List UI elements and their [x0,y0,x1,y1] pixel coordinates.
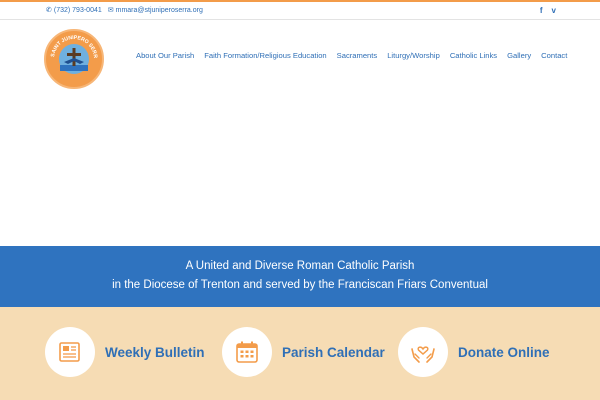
social-links: f v [540,6,556,15]
top-contact-bar: ✆ (732) 793-0041 ✉ mmara@stjuniperoserra… [0,2,600,20]
mission-banner: A United and Diverse Roman Catholic Pari… [0,246,600,307]
nav-gallery[interactable]: Gallery [507,51,531,60]
nav-sacraments[interactable]: Sacraments [337,51,378,60]
newspaper-icon [45,327,95,377]
hero-area [0,95,600,246]
card-donate-online[interactable]: Donate Online [398,327,550,377]
email-link[interactable]: ✉ mmara@stjuniperoserra.org [107,6,203,15]
site-header: SAINT JUNIPERO SERRA PARISH About Our Pa… [0,21,600,95]
phone-icon: ✆ [46,7,52,14]
envelope-icon: ✉ [107,7,114,14]
nav-liturgy[interactable]: Liturgy/Worship [387,51,440,60]
card-label: Parish Calendar [282,344,385,360]
card-weekly-bulletin[interactable]: Weekly Bulletin [45,327,205,377]
vimeo-icon[interactable]: v [552,6,556,15]
nav-about[interactable]: About Our Parish [136,51,194,60]
main-navigation: About Our Parish Faith Formation/Religio… [136,51,567,60]
card-label: Donate Online [458,344,550,360]
logo-emblem: SAINT JUNIPERO SERRA PARISH [46,31,98,74]
contact-info: ✆ (732) 793-0041 ✉ mmara@stjuniperoserra… [46,6,209,15]
banner-line-1: A United and Diverse Roman Catholic Pari… [185,260,415,272]
phone-link[interactable]: ✆ (732) 793-0041 [46,6,102,15]
heart-hands-icon [398,327,448,377]
phone-number: (732) 793-0041 [53,6,102,14]
nav-catholic-links[interactable]: Catholic Links [450,51,497,60]
nav-contact[interactable]: Contact [541,51,567,60]
nav-faith-formation[interactable]: Faith Formation/Religious Education [204,51,326,60]
quick-links: Weekly Bulletin Parish Calendar Donate O… [0,307,600,400]
banner-line-2: in the Diocese of Trenton and served by … [112,279,488,291]
parish-logo[interactable]: SAINT JUNIPERO SERRA PARISH [44,29,104,89]
email-address: mmara@stjuniperoserra.org [115,6,203,14]
calendar-icon [222,327,272,377]
card-parish-calendar[interactable]: Parish Calendar [222,327,385,377]
facebook-icon[interactable]: f [540,6,543,15]
card-label: Weekly Bulletin [105,344,205,360]
